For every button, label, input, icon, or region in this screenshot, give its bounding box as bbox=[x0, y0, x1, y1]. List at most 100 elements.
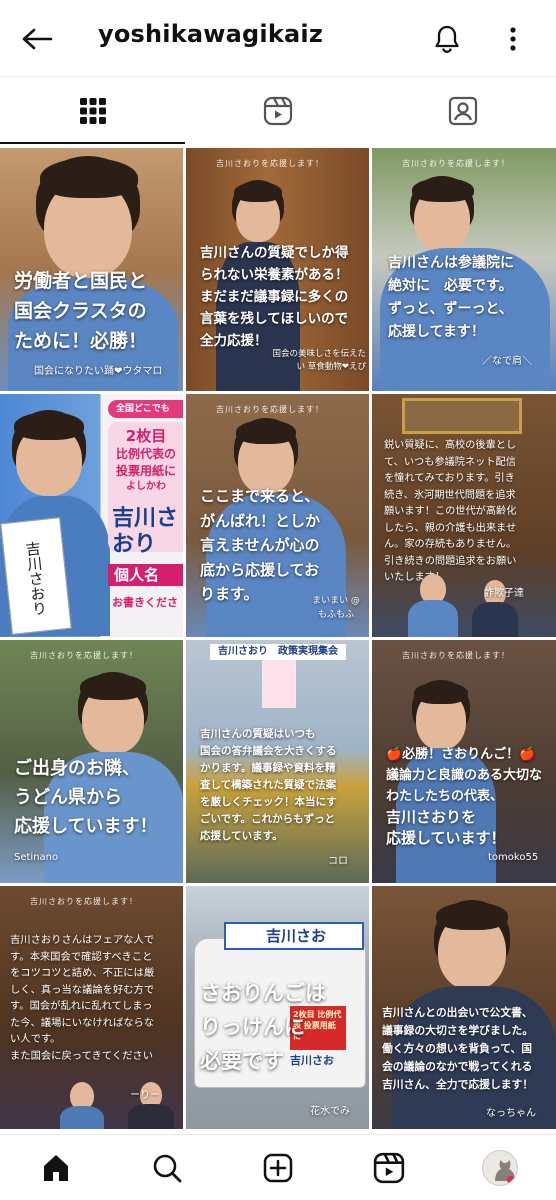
post-caption-line: ります。 bbox=[200, 585, 259, 603]
post-caption-line: 引き続きの問題追求をお願い bbox=[384, 555, 517, 567]
tab-reels[interactable] bbox=[185, 77, 370, 144]
post-signature: 国会の美味しさを伝えたい 草食動物❤えぴ bbox=[272, 349, 366, 372]
post-caption-line: 吉川さんの質疑はいつも bbox=[200, 728, 316, 740]
post-caption-line: す。本来国会で確認すべきこと bbox=[10, 950, 153, 963]
post-caption-line: い人です。 bbox=[10, 1033, 61, 1045]
post-caption-line: 吉川さおりを bbox=[386, 808, 477, 826]
post-tile[interactable]: 吉川さんとの出会いで公文書、 議事録の大切さを学びました。 働く方々の想いを背負… bbox=[372, 886, 556, 1129]
post-tile[interactable]: 労働者と国民と 国会クラスタの ために！必勝！ 国会になりたい踊❤ウタマロ bbox=[0, 148, 183, 391]
back-button[interactable] bbox=[18, 22, 56, 56]
post-caption-line: 🍎必勝！さおりんご！🍎 bbox=[386, 747, 536, 762]
post-caption-line: 続き、氷河期世代問題を追求 bbox=[384, 489, 516, 501]
grid-icon bbox=[79, 97, 106, 124]
post-tag: 吉川さおりを応援します！ bbox=[402, 159, 510, 168]
poster-badge: 全国どこでも bbox=[108, 400, 183, 418]
post-caption-line: 応援しています！ bbox=[386, 829, 506, 847]
post-tile[interactable]: 吉川さおりを応援します！ 吉川さんは参議院に 絶対に 必要です。 ずっと、ずーっ… bbox=[372, 148, 556, 391]
nav-reels[interactable] bbox=[359, 1143, 419, 1193]
post-caption-line: 応援しています！ bbox=[14, 816, 158, 837]
post-caption-line: 吉川さんとの出会いで公文書、 bbox=[382, 1006, 533, 1019]
post-signature: 国会になりたい踊❤ウタマロ bbox=[34, 366, 163, 377]
post-caption-line: 議事録の大切さを学びました。 bbox=[382, 1024, 534, 1037]
post-caption-line: 働く方々の想いを背負って、国 bbox=[382, 1042, 533, 1055]
post-caption-line: 応援しています。 bbox=[200, 830, 283, 842]
nav-home[interactable] bbox=[26, 1143, 86, 1193]
post-caption-line: ずっと、ずーっと、 bbox=[388, 301, 513, 317]
post-caption-line: 国会の答弁議会を大きくする bbox=[200, 745, 337, 757]
avatar-icon bbox=[482, 1149, 519, 1186]
post-tile[interactable]: 全国どこでも 2枚目 比例代表の 投票用紙に よしかわ 吉川さおり 個人名 お書… bbox=[0, 394, 183, 637]
post-caption-line: ここまで来ると、 bbox=[200, 487, 320, 505]
post-caption-line: 願います！この世代が高齢化 bbox=[384, 506, 517, 517]
post-tile[interactable]: 吉川さおりを応援します！ ここまで来ると、 がんばれ！としか 言えませんが心の … bbox=[186, 394, 369, 637]
post-tile[interactable]: 吉川さおり 政策実現集会 吉川さんの質疑はいつも 国会の答弁議会を大きくする か… bbox=[186, 640, 369, 883]
post-signature: なっちゃん bbox=[486, 1108, 536, 1119]
post-tile[interactable]: 吉川さおりを応援します！ 吉川さんの質疑でしか得 られない栄養素がある！ まだま… bbox=[186, 148, 369, 391]
post-tile[interactable]: 吉川さお 2枚目 比例代表 投票用紙に 吉川さお さおりんごは りっけんに 必要… bbox=[186, 886, 369, 1129]
post-tag: 吉川さおりを応援します！ bbox=[30, 651, 138, 660]
back-arrow-icon bbox=[22, 28, 53, 50]
post-caption-line: 必要です bbox=[200, 1049, 284, 1073]
nav-create[interactable] bbox=[248, 1143, 308, 1193]
post-tag: 吉川さおりを応援します！ bbox=[402, 651, 510, 660]
post-caption-line: 吉川さん、全力で応援します！ bbox=[382, 1078, 534, 1091]
post-signature: Setinano bbox=[14, 852, 59, 863]
post-caption-line: りっけんに bbox=[200, 1015, 305, 1039]
post-signature: tomoko55 bbox=[488, 852, 539, 863]
posts-grid: 労働者と国民と 国会クラスタの ために！必勝！ 国会になりたい踊❤ウタマロ 吉川… bbox=[0, 148, 556, 1129]
post-caption-line: がんばれ！としか bbox=[200, 511, 321, 530]
post-tile[interactable]: 吉川さおりを応援します！ 🍎必勝！さおりんご！🍎 議論力と良識のある大切な わた… bbox=[372, 640, 556, 883]
poster-footer: お書きくださ bbox=[112, 596, 178, 609]
post-tile[interactable]: 鋭い質疑に、高校の後輩とし て、いつも参議院ネット配信 を憧れてみております。引… bbox=[372, 394, 556, 637]
post-caption-line: また国会に戻ってきてください bbox=[10, 1049, 154, 1062]
post-tag: 吉川さおりを応援します！ bbox=[216, 159, 324, 168]
post-caption-line: まだまだ議事録に多くの bbox=[200, 289, 349, 305]
post-caption-line: ん。家の存続もありません。 bbox=[384, 539, 517, 550]
profile-username: yoshikawagikaiz bbox=[98, 20, 324, 48]
post-caption-line: 鋭い質疑に、高校の後輩とし bbox=[384, 440, 517, 451]
nav-profile[interactable] bbox=[470, 1143, 530, 1193]
post-caption-line: しく、真っ当な議論を好む方で bbox=[10, 983, 155, 996]
post-caption-line: 絶対に 必要です。 bbox=[388, 278, 513, 294]
post-signature: 詐欺子達 bbox=[484, 588, 524, 599]
tab-grid[interactable] bbox=[0, 77, 186, 144]
notifications-button[interactable] bbox=[428, 20, 466, 58]
post-caption-line: 労働者と国民と bbox=[14, 270, 148, 292]
post-tag: 吉川さおりを応援します！ bbox=[30, 897, 138, 906]
poster-name: 吉川さおり bbox=[112, 506, 179, 557]
post-caption-line: 国会クラスタの bbox=[14, 300, 147, 322]
post-caption-line: したら、親の介護も出来ませ bbox=[384, 522, 517, 534]
post-tile[interactable]: 吉川さおりを応援します！ ご出身のお隣、 うどん県から 応援しています！ Set… bbox=[0, 640, 183, 883]
poster-line: 比例代表の bbox=[115, 447, 176, 461]
tab-tagged[interactable] bbox=[371, 77, 556, 144]
post-caption-line: ために！必勝！ bbox=[14, 330, 148, 352]
post-caption-line: 吉川さんは参議院に bbox=[388, 255, 514, 271]
post-caption-line: をコツコツと詰め、不正には厳 bbox=[10, 967, 155, 979]
post-caption-line: 底から応援してお bbox=[200, 560, 320, 579]
poster-line: よしかわ bbox=[126, 481, 166, 492]
search-icon bbox=[153, 1154, 182, 1182]
rally-banner: 吉川さおり 政策実現集会 bbox=[210, 644, 346, 660]
post-caption-line: て、いつも参議院ネット配信 bbox=[384, 456, 516, 468]
truck-sign: 吉川さお bbox=[224, 922, 364, 950]
more-vertical-icon bbox=[510, 27, 516, 51]
post-caption-line: た今、議場にいなければならな bbox=[10, 1016, 155, 1029]
poster-label: 個人名 bbox=[108, 564, 183, 586]
post-caption-line: 吉川さんの質疑でしか得 bbox=[200, 245, 349, 261]
post-caption-line: を憧れてみております。引き bbox=[384, 473, 515, 484]
post-signature: まいまい @もふもふ bbox=[312, 596, 360, 620]
nav-search[interactable] bbox=[137, 1143, 197, 1193]
post-caption-line: す。国会が乱れに乱れてしまっ bbox=[10, 1000, 153, 1012]
reels-icon bbox=[374, 1152, 405, 1183]
post-caption-line: 会の議論のなかで戦ってくれる bbox=[382, 1060, 533, 1073]
post-caption-line: を厳しくチェック！本当にす bbox=[200, 796, 337, 808]
post-signature: ／なで肩＼ bbox=[482, 356, 532, 367]
post-caption-line: うどん県から bbox=[14, 787, 122, 808]
post-signature: 花水でみ bbox=[310, 1106, 350, 1117]
post-tile[interactable]: 吉川さおりを応援します！ 吉川さおりさんはフェアな人で す。本来国会で確認すべき… bbox=[0, 886, 183, 1129]
plus-square-icon bbox=[263, 1153, 293, 1182]
home-icon bbox=[43, 1154, 68, 1181]
more-options-button[interactable] bbox=[496, 20, 530, 58]
tagged-icon bbox=[449, 96, 478, 125]
post-caption-line: ごいです。これからもずっと bbox=[200, 813, 336, 825]
